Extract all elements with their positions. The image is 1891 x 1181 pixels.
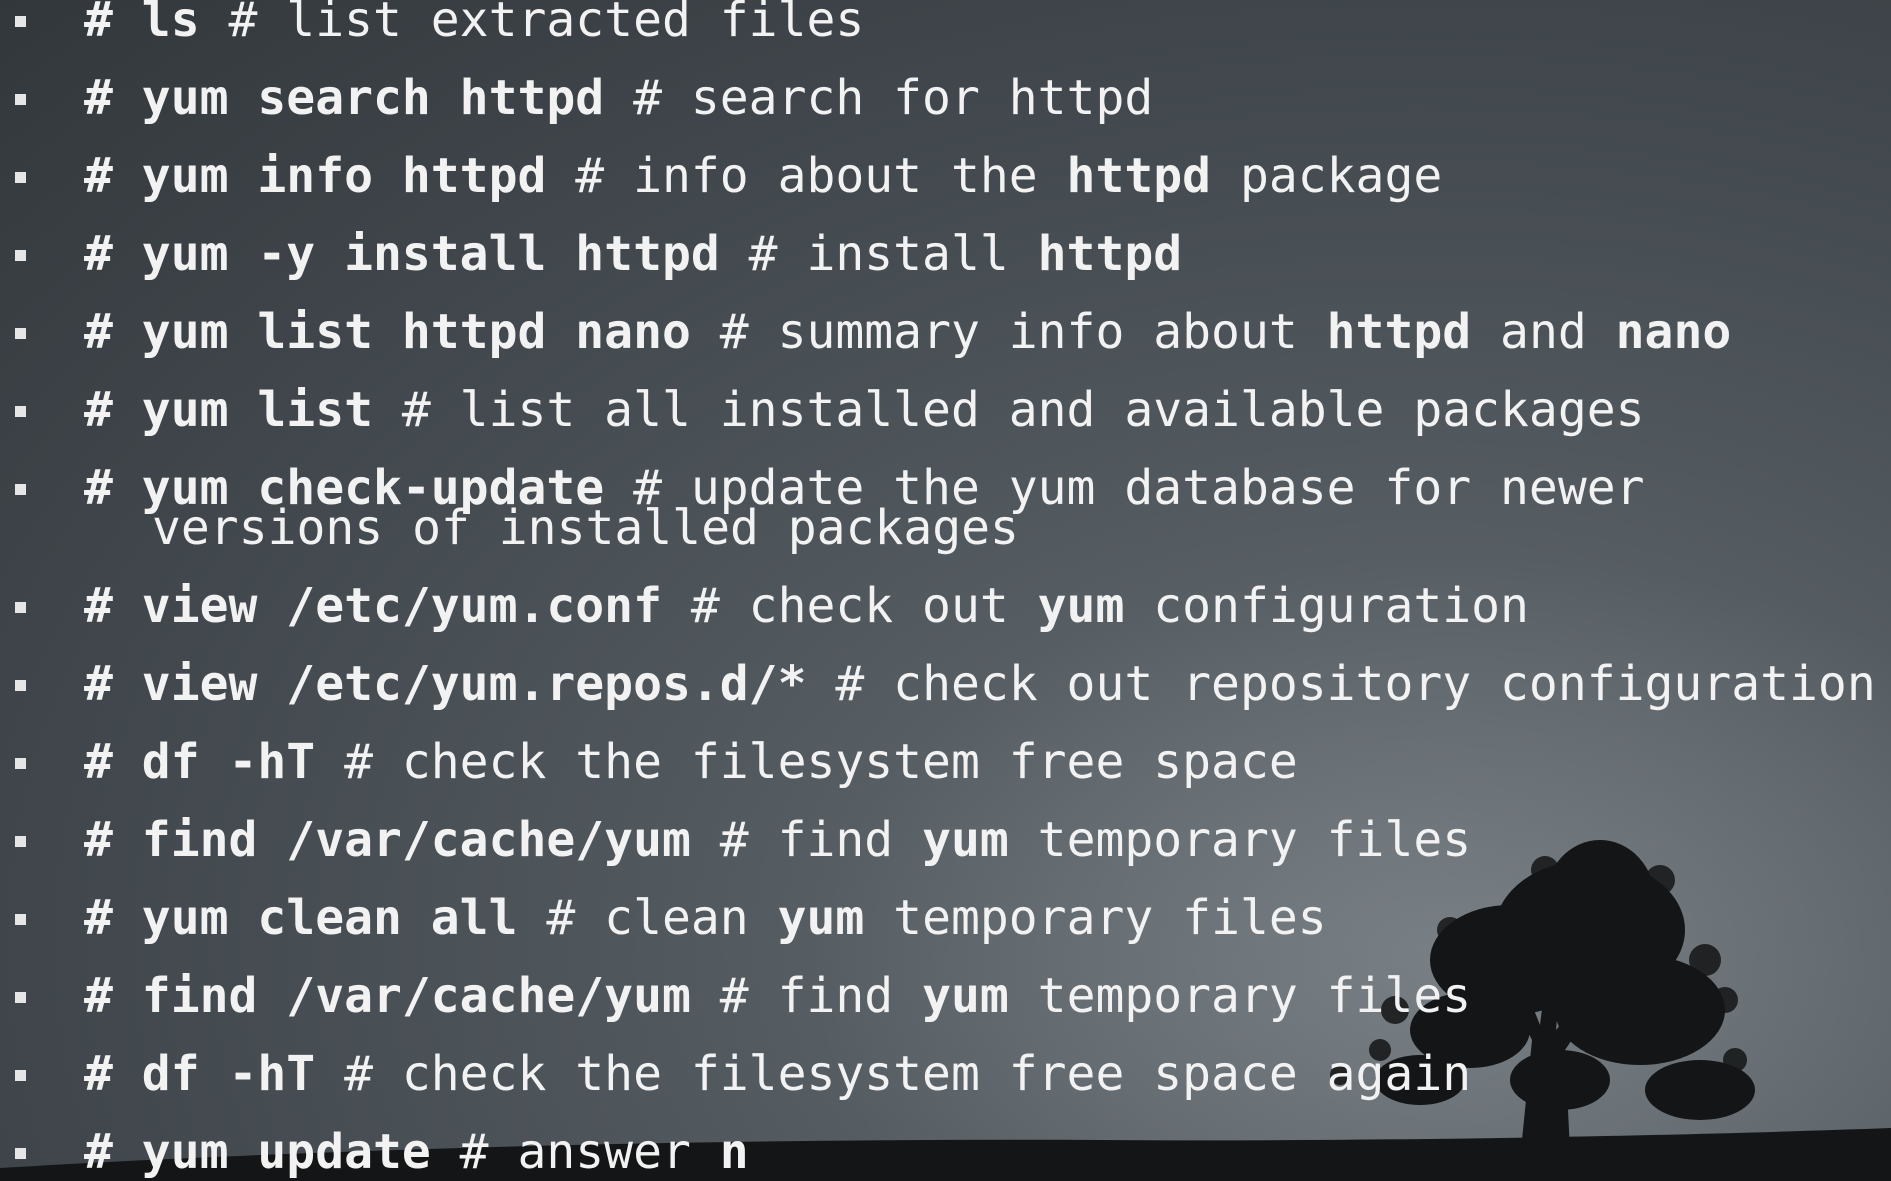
comment-text: # list extracted files bbox=[199, 0, 865, 48]
comment-text: configuration bbox=[1124, 578, 1529, 634]
comment-text: temporary files bbox=[1008, 968, 1472, 1024]
command-text: view /etc/yum.conf bbox=[141, 578, 662, 634]
command-text: n bbox=[719, 1124, 749, 1180]
comment-text: # install bbox=[719, 226, 1038, 282]
command-line: # df -hT # check the filesystem free spa… bbox=[84, 738, 1298, 786]
command-text: find /var/cache/yum bbox=[141, 812, 691, 868]
command-text: # bbox=[84, 1046, 142, 1102]
bullet-icon bbox=[15, 758, 26, 769]
bullet-icon bbox=[15, 406, 26, 417]
command-text: df -hT bbox=[141, 734, 316, 790]
slide: # ls # list extracted files # yum search … bbox=[0, 0, 1891, 1181]
command-text: # bbox=[84, 890, 142, 946]
command-text: yum list httpd nano bbox=[141, 304, 691, 360]
command-text: yum bbox=[922, 812, 1009, 868]
command-line: # yum list httpd nano # summary info abo… bbox=[84, 308, 1731, 356]
command-text: # bbox=[84, 70, 142, 126]
command-line: # ls # list extracted files bbox=[84, 0, 864, 44]
command-line: # find /var/cache/yum # find yum tempora… bbox=[84, 816, 1471, 864]
command-line: # view /etc/yum.repos.d/* # check out re… bbox=[84, 660, 1876, 708]
command-line: # yum update # answer n bbox=[84, 1128, 749, 1176]
command-text: yum bbox=[922, 968, 1009, 1024]
command-text: find /var/cache/yum bbox=[141, 968, 691, 1024]
bullet-icon bbox=[15, 1148, 26, 1159]
comment-text: # find bbox=[690, 968, 923, 1024]
command-text: yum search httpd bbox=[141, 70, 605, 126]
command-line: # yum clean all # clean yum temporary fi… bbox=[84, 894, 1327, 942]
command-text: # bbox=[84, 304, 142, 360]
command-text: # bbox=[84, 0, 142, 48]
command-text: view /etc/yum.repos.d/* bbox=[141, 656, 807, 712]
command-text: # bbox=[84, 148, 142, 204]
command-text: # bbox=[84, 1124, 142, 1180]
command-text: yum info httpd bbox=[141, 148, 547, 204]
command-text: yum update bbox=[141, 1124, 431, 1180]
command-line: # yum search httpd # search for httpd bbox=[84, 74, 1153, 122]
command-line: # yum -y install httpd # install httpd bbox=[84, 230, 1182, 278]
command-text: httpd bbox=[1066, 148, 1212, 204]
comment-text: # answer bbox=[430, 1124, 720, 1180]
comment-continuation: versions of installed packages bbox=[152, 500, 1019, 556]
comment-text: # check the filesystem free space again bbox=[315, 1046, 1472, 1102]
bullet-icon bbox=[15, 94, 26, 105]
command-text: ls bbox=[141, 0, 200, 48]
comment-text: # check out bbox=[661, 578, 1038, 634]
command-text: yum bbox=[777, 890, 865, 946]
command-text: httpd bbox=[1326, 304, 1472, 360]
comment-text: # check out repository configuration bbox=[806, 656, 1876, 712]
command-text: # bbox=[84, 382, 142, 438]
comment-text: temporary files bbox=[1008, 812, 1472, 868]
bullet-icon bbox=[15, 836, 26, 847]
command-text: yum list bbox=[141, 382, 373, 438]
command-line: # view /etc/yum.conf # check out yum con… bbox=[84, 582, 1529, 630]
bullet-icon bbox=[15, 992, 26, 1003]
command-text: # bbox=[84, 578, 142, 634]
comment-text: # list all installed and available packa… bbox=[372, 382, 1645, 438]
bullet-icon bbox=[15, 250, 26, 261]
command-text: nano bbox=[1615, 304, 1732, 360]
command-line: # df -hT # check the filesystem free spa… bbox=[84, 1050, 1471, 1098]
command-text: yum -y install httpd bbox=[141, 226, 720, 282]
comment-text: package bbox=[1211, 148, 1443, 204]
bullet-icon bbox=[15, 602, 26, 613]
bullet-icon bbox=[15, 328, 26, 339]
command-line: # yum list # list all installed and avai… bbox=[84, 386, 1645, 434]
bullet-icon bbox=[15, 680, 26, 691]
comment-text: temporary files bbox=[864, 890, 1327, 946]
bullet-icon bbox=[15, 914, 26, 925]
command-text: # bbox=[84, 460, 142, 516]
bullet-icon bbox=[15, 172, 26, 183]
comment-text: # info about the bbox=[546, 148, 1067, 204]
command-line: # find /var/cache/yum # find yum tempora… bbox=[84, 972, 1471, 1020]
comment-text: # search for httpd bbox=[604, 70, 1154, 126]
comment-text: # clean bbox=[517, 890, 778, 946]
command-text: yum bbox=[1037, 578, 1125, 634]
command-text: # bbox=[84, 812, 142, 868]
comment-text: # summary info about bbox=[690, 304, 1327, 360]
command-text: df -hT bbox=[141, 1046, 316, 1102]
command-line: # yum info httpd # info about the httpd … bbox=[84, 152, 1442, 200]
command-text: # bbox=[84, 734, 142, 790]
command-text: # bbox=[84, 968, 142, 1024]
command-text: yum clean all bbox=[141, 890, 518, 946]
bullet-icon bbox=[15, 484, 26, 495]
bullet-icon bbox=[15, 16, 26, 27]
comment-text: and bbox=[1471, 304, 1616, 360]
bullet-icon bbox=[15, 1070, 26, 1081]
command-text: # bbox=[84, 656, 142, 712]
comment-text: # find bbox=[690, 812, 923, 868]
comment-text: # check the filesystem free space bbox=[315, 734, 1298, 790]
command-text: # bbox=[84, 226, 142, 282]
command-text: httpd bbox=[1037, 226, 1183, 282]
